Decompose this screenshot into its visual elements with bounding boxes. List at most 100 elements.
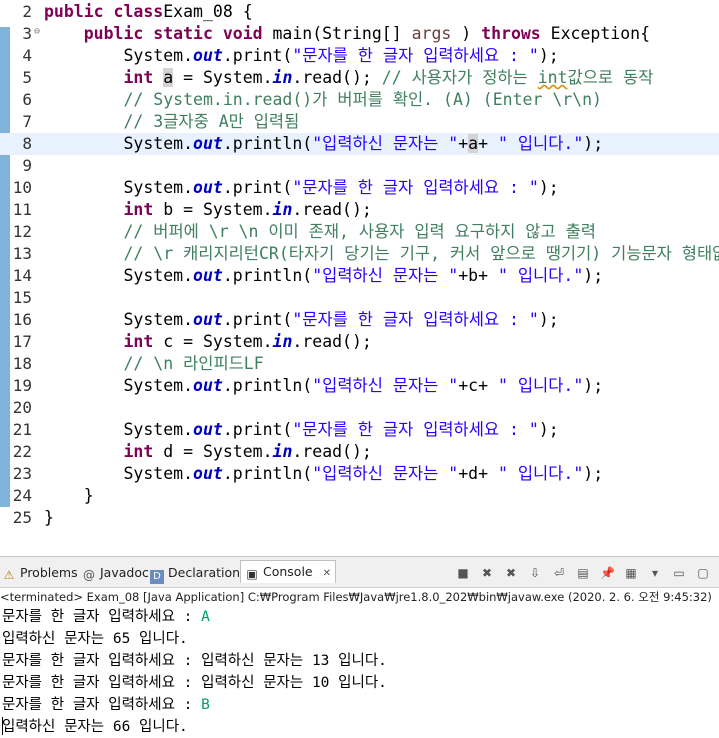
code-token: ); [538,310,559,329]
line-number: 23 [12,464,32,483]
code-line[interactable]: 10 System.out.print("문자를 한 글자 입력하세요 : ")… [0,177,719,199]
code-text: // \r 캐리지리턴CR(타자기 당기는 기구, 커서 앞으로 땡기기) 기능… [44,243,719,265]
code-line[interactable]: 24 } [0,485,719,507]
code-line[interactable]: 15 [0,287,719,309]
code-line[interactable]: 20 [0,397,719,419]
stop-icon[interactable]: ■ [456,566,470,580]
code-line[interactable]: 3 ⊖ public static void main(String[] args… [0,23,719,45]
code-line[interactable]: 17 int c = System.in.read(); [0,331,719,353]
code-token: out [193,376,223,395]
console-output[interactable]: 문자를 한 글자 입력하세요 : A 입력하신 문자는 65 입니다. 문자를 한 … [0,606,719,738]
tab-javadoc[interactable]: @ Javadoc [82,562,149,584]
open-console-icon[interactable]: ▾ [648,566,662,580]
console-line: 입력하신 문자는 65 입니다. [2,628,188,650]
tab-problems[interactable]: ⚠ Problems [2,562,78,584]
line-number: 13 [12,244,32,263]
code-token: ) [451,24,482,43]
text-caret [2,717,3,735]
code-token: "문자를 한 글자 입력하세요 : " [292,46,539,65]
console-output-text: 입력하신 문자는 66 입니다. [2,719,188,735]
code-token: " 입니다." [497,464,584,483]
code-line[interactable]: 12 // 버퍼에 \r \n 이미 존재, 사용자 입력 요구하지 않고 출력 [0,221,719,243]
console-status: <terminated> Exam_08 [Java Application] … [0,590,712,604]
code-token: // 버퍼에 \r \n 이미 존재, 사용자 입력 요구하지 않고 출력 [123,222,596,241]
code-token: +b+ [458,266,498,285]
show-console-icon[interactable]: ▤ [576,566,590,580]
code-line[interactable]: 5 int a = System.in.read(); // 사용자가 정하는 … [0,67,719,89]
code-token: out [193,178,223,197]
line-number: 24 [12,486,32,505]
code-token: "문자를 한 글자 입력하세요 : " [292,178,539,197]
code-token: System. [44,46,194,65]
code-token: " 입니다." [497,266,584,285]
code-token: ); [583,376,604,395]
code-token: .read(); [292,68,382,87]
code-token: = System. [173,68,273,87]
code-line[interactable]: 11 int b = System.in.read(); [0,199,719,221]
tab-console[interactable]: ▣ Console ✕ [240,560,336,583]
declaration-icon: D [150,570,164,584]
code-line[interactable]: 6 // System.in.read()가 버퍼를 확인. (A) (Ente… [0,89,719,111]
console-user-input: B [201,697,210,713]
scroll-lock-icon[interactable]: ⇩ [528,566,542,580]
code-token: + [458,134,469,153]
code-token: System. [44,464,194,483]
code-line[interactable]: 22 int d = System.in.read(); [0,441,719,463]
code-token: a [468,134,479,153]
code-token: out [193,464,223,483]
code-token: +d+ [458,464,498,483]
code-line[interactable]: 21 System.out.print("문자를 한 글자 입력하세요 : ")… [0,419,719,441]
code-text: // System.in.read()가 버퍼를 확인. (A) (Enter … [44,89,602,111]
code-line[interactable]: 2 public classExam_08 { [0,1,719,23]
scroll-left-arrow-icon[interactable]: < [46,535,58,536]
code-line[interactable]: 8 System.out.println("입력하신 문자는 "+a+ " 입니… [0,133,719,155]
code-token: ); [583,464,604,483]
remove-all-icon[interactable]: ✖ [504,566,518,580]
code-text: int b = System.in.read(); [44,199,371,221]
pin-console-icon[interactable]: 📌 [600,566,615,580]
fold-toggle-icon[interactable]: ⊖ [34,26,40,37]
code-token: System. [44,134,194,153]
display-selected-console-icon[interactable]: ▦ [624,566,638,580]
code-line[interactable]: 13 // \r 캐리지리턴CR(타자기 당기는 기구, 커서 앞으로 땡기기)… [0,243,719,265]
code-line[interactable]: 16 System.out.print("문자를 한 글자 입력하세요 : ")… [0,309,719,331]
code-line[interactable]: 18 // \n 라인피드LF [0,353,719,375]
maximize-icon[interactable]: ▢ [696,566,710,580]
remove-launch-icon[interactable]: ✖ [480,566,494,580]
code-token: ); [538,178,559,197]
tab-declaration[interactable]: D Declaration [150,562,240,584]
code-line[interactable]: 14 System.out.println("입력하신 문자는 "+b+ " 입… [0,265,719,287]
code-text: System.out.println("입력하신 문자는 "+b+ " 입니다.… [44,265,603,287]
code-token: main(String[] [262,24,412,43]
console-line: 문자를 한 글자 입력하세요 : A [2,606,210,628]
code-editor[interactable]: 2 public classExam_08 {3 ⊖ public static v… [0,0,719,536]
javadoc-icon: @ [83,568,95,582]
word-wrap-icon[interactable]: ⏎ [552,566,566,580]
code-line[interactable]: 19 System.out.println("입력하신 문자는 "+c+ " 입… [0,375,719,397]
close-icon[interactable]: ✕ [323,568,331,579]
minimize-icon[interactable]: ▭ [672,566,686,580]
code-line[interactable]: 25} [0,507,719,529]
code-text: System.out.print("문자를 한 글자 입력하세요 : "); [44,419,558,441]
code-token: Exception{ [540,24,651,43]
problems-icon: ⚠ [3,568,15,582]
code-text: // 3글자중 A만 입력됨 [44,111,299,133]
code-token: a [163,68,174,87]
code-text: System.out.print("문자를 한 글자 입력하세요 : "); [44,309,559,331]
line-number: 3 [22,24,32,43]
code-line[interactable]: 7 // 3글자중 A만 입력됨 [0,111,719,133]
code-token: out [193,310,223,329]
line-number: 18 [12,354,32,373]
code-token: System. [44,266,194,285]
code-line[interactable]: 4 System.out.print("문자를 한 글자 입력하세요 : "); [0,45,719,67]
code-text: int a = System.in.read(); // 사용자가 정하는 in… [44,67,653,89]
code-line[interactable]: 9 [0,155,719,177]
code-text: // \n 라인피드LF [44,353,263,375]
code-line[interactable]: 23 System.out.println("입력하신 문자는 "+d+ " 입… [0,463,719,485]
code-token: ); [583,134,604,153]
